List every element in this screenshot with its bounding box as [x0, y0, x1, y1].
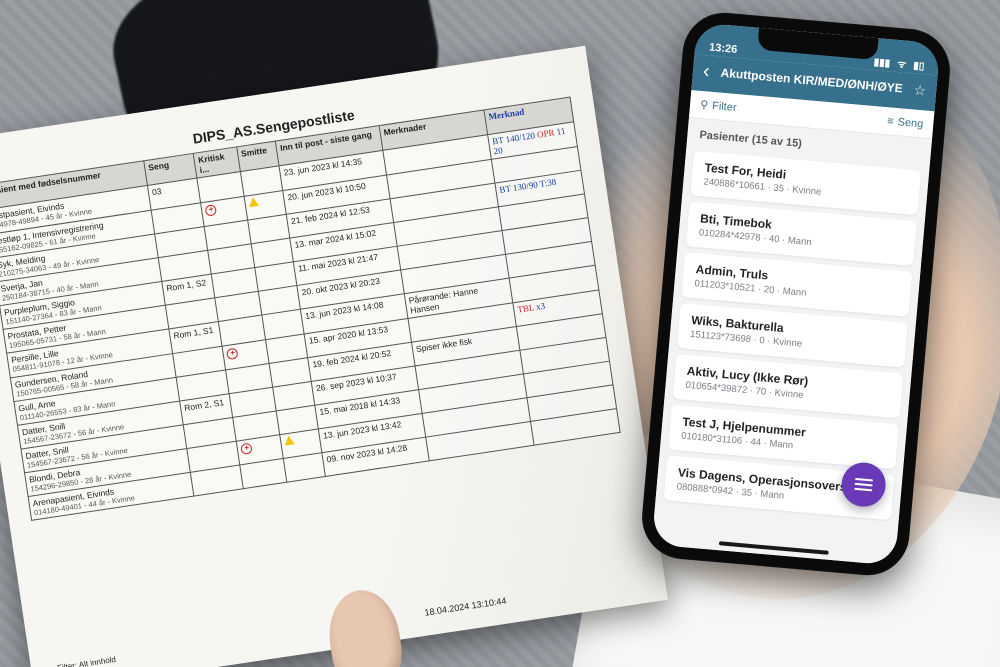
- seng-label: Seng: [897, 116, 924, 130]
- fab-line-icon: [854, 488, 872, 492]
- phone-screen: 13:26 ▮▮▮ ᯤ ▮▯ ‹ Akuttposten KIR/MED/ØNH…: [652, 22, 941, 565]
- fab-line-icon: [855, 483, 873, 487]
- critical-icon: +: [241, 442, 254, 455]
- cell-smitte: [283, 453, 326, 483]
- fab-line-icon: [855, 478, 873, 482]
- critical-icon: +: [226, 347, 239, 360]
- paper-footer-timestamp: 18.04.2024 13:10:44: [424, 596, 507, 618]
- paper-sheet: DIPS_AS.Sengepostliste Pasient med fødse…: [0, 46, 668, 667]
- app-title: Akuttposten KIR/MED/ØNH/ØYE: [717, 65, 906, 95]
- hazard-icon: [248, 197, 259, 207]
- sort-icon: ≡: [887, 115, 894, 128]
- patient-list[interactable]: Test For, Heidi240886*10661 · 35 · Kvinn…: [652, 144, 930, 566]
- filter-button[interactable]: ⚲ Filter: [700, 98, 738, 114]
- battery-icon: ▮▯: [913, 60, 925, 72]
- paper-footer-filter: Filter: Alt innhold: [57, 655, 117, 667]
- wifi-icon: ᯤ: [897, 59, 907, 71]
- status-clock: 13:26: [709, 42, 738, 56]
- back-icon[interactable]: ‹: [702, 61, 710, 82]
- smartphone: 13:26 ▮▮▮ ᯤ ▮▯ ‹ Akuttposten KIR/MED/ØNH…: [639, 9, 954, 578]
- seng-sort-button[interactable]: ≡ Seng: [887, 115, 924, 130]
- filter-label: Filter: [712, 99, 737, 113]
- favorite-icon[interactable]: ☆: [913, 81, 927, 99]
- filter-icon: ⚲: [700, 98, 709, 112]
- cell-kritisk: [240, 458, 286, 488]
- critical-icon: +: [205, 204, 218, 217]
- hazard-icon: [283, 435, 294, 445]
- signal-icon: ▮▮▮: [873, 57, 890, 69]
